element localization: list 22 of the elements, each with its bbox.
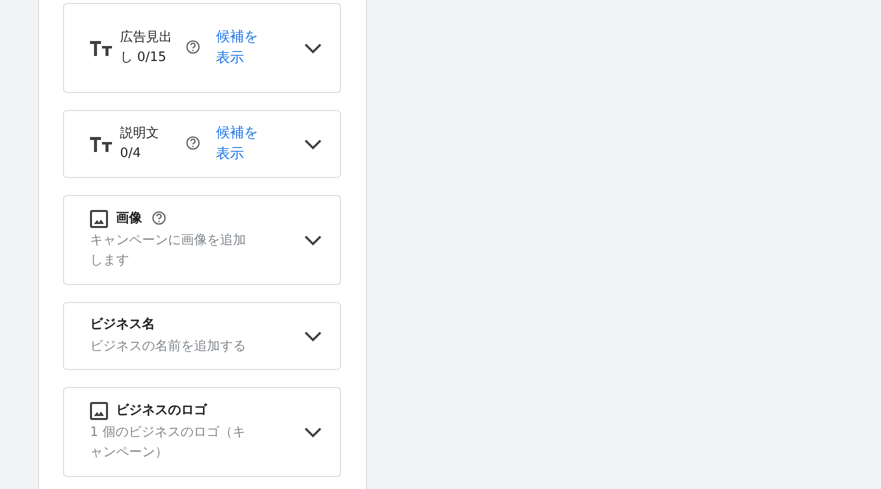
help-icon[interactable] xyxy=(186,40,200,54)
text-format-icon xyxy=(90,136,112,152)
card-title: 広告見出し 0/15 xyxy=(120,29,173,67)
help-icon[interactable] xyxy=(152,210,166,224)
card-subtitle: ビジネスの名前を追加する xyxy=(90,338,247,356)
card-title: ビジネス名 xyxy=(90,316,155,334)
show-suggestions-link[interactable]: 候補を表示 xyxy=(216,27,258,69)
chevron-down-icon[interactable] xyxy=(304,42,322,54)
card-title: ビジネスのロゴ xyxy=(116,402,207,420)
text-format-icon xyxy=(90,40,112,56)
card-title: 説明文 0/4 xyxy=(120,125,160,163)
chevron-down-icon[interactable] xyxy=(304,330,322,342)
chevron-down-icon[interactable] xyxy=(304,138,322,150)
card-title: 画像 xyxy=(116,210,142,228)
chevron-down-icon[interactable] xyxy=(304,426,322,438)
card-subtitle: 1 個のビジネスのロゴ（キャンペーン） xyxy=(90,424,246,462)
show-suggestions-link[interactable]: 候補を表示 xyxy=(216,123,258,165)
chevron-down-icon[interactable] xyxy=(304,234,322,246)
image-icon xyxy=(90,402,108,420)
help-icon[interactable] xyxy=(186,136,200,150)
card-subtitle: キャンペーンに画像を追加します xyxy=(90,232,247,270)
image-icon xyxy=(90,210,108,228)
